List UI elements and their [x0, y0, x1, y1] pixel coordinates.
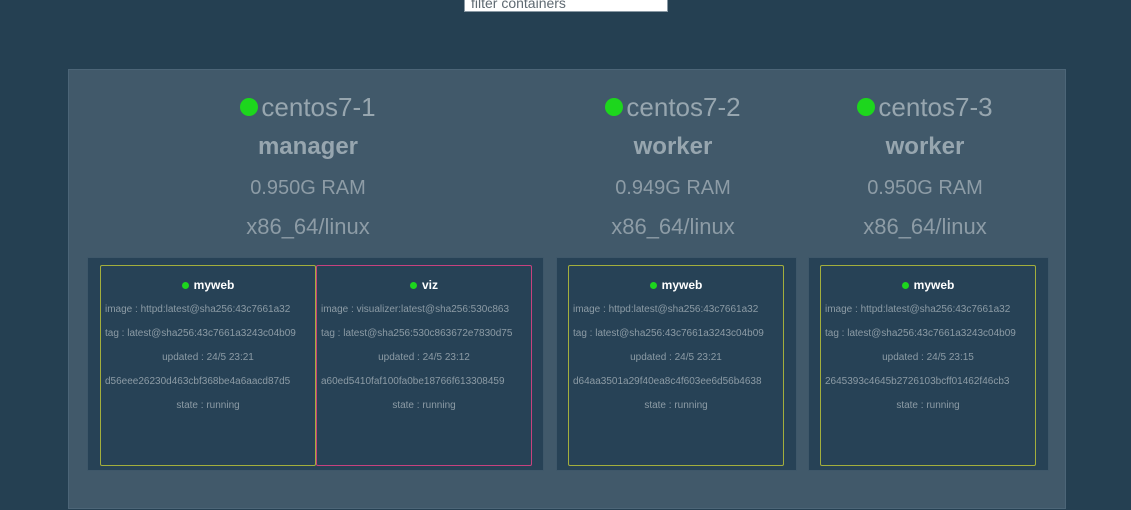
node-os: x86_64/linux: [611, 214, 735, 239]
task-image: image : visualizer:latest@sha256:530c863: [321, 304, 510, 315]
task-image: image : httpd:latest@sha256:43c7661a32: [825, 304, 1011, 315]
node-role: worker: [885, 133, 965, 160]
node-name-label: centos7-1: [261, 92, 376, 122]
node-task-area: myweb image : httpd:latest@sha256:43c766…: [808, 257, 1049, 471]
task-image: image : httpd:latest@sha256:43c7661a32: [573, 304, 759, 315]
task-tag: tag : latest@sha256:530c863672e7830d75: [321, 328, 513, 339]
task-state: state : running: [176, 400, 240, 411]
node-name-label: centos7-3: [878, 92, 993, 122]
task-title: viz: [317, 277, 531, 293]
task-title: myweb: [569, 277, 783, 293]
task-state: state : running: [896, 400, 960, 411]
node-name: centos7-1: [69, 90, 547, 124]
task-state: state : running: [644, 400, 708, 411]
node-centos7-2: centos7-2 worker 0.949G RAM x86_64/linux…: [547, 70, 799, 510]
task-name: viz: [421, 278, 438, 292]
node-os: x86_64/linux: [246, 214, 370, 239]
task-updated: updated : 24/5 23:21: [162, 352, 254, 363]
node-os: x86_64/linux: [863, 214, 987, 239]
node-centos7-3: centos7-3 worker 0.950G RAM x86_64/linux…: [799, 70, 1051, 510]
task-name: myweb: [661, 278, 703, 292]
task-tag: tag : latest@sha256:43c7661a3243c04b09: [825, 328, 1016, 339]
task-status-dot-icon: [181, 281, 189, 289]
task-id: 2645393c4645b2726103bcff01462f46cb3: [825, 376, 1010, 387]
task-id: a60ed5410faf100fa0be18766f613308459: [321, 376, 505, 387]
task-card-myweb[interactable]: myweb image : httpd:latest@sha256:43c766…: [100, 265, 316, 466]
node-status-dot-icon: [605, 98, 624, 116]
task-card-myweb[interactable]: myweb image : httpd:latest@sha256:43c766…: [820, 265, 1036, 466]
node-task-area: myweb image : httpd:latest@sha256:43c766…: [556, 257, 797, 471]
task-updated: updated : 24/5 23:15: [882, 352, 974, 363]
node-role: worker: [633, 133, 713, 160]
task-card-viz[interactable]: viz image : visualizer:latest@sha256:530…: [316, 265, 532, 466]
node-ram: 0.950G RAM: [250, 177, 366, 199]
task-status-dot-icon: [649, 281, 657, 289]
node-name: centos7-3: [799, 90, 1051, 124]
node-status-dot-icon: [240, 98, 259, 116]
filter-containers-wrapper: [464, 0, 668, 12]
task-state: state : running: [392, 400, 456, 411]
cluster-panel: centos7-1 manager 0.950G RAM x86_64/linu…: [68, 69, 1066, 509]
task-id: d64aa3501a29f40ea8c4f603ee6d56b4638: [573, 376, 762, 387]
node-status-dot-icon: [857, 98, 876, 116]
filter-containers-input[interactable]: [464, 0, 668, 12]
task-name: myweb: [913, 278, 955, 292]
task-tag: tag : latest@sha256:43c7661a3243c04b09: [573, 328, 764, 339]
node-ram: 0.950G RAM: [867, 177, 983, 199]
task-title: myweb: [101, 277, 315, 293]
task-id: d56eee26230d463cbf368be4a6aacd87d5: [105, 376, 291, 387]
task-updated: updated : 24/5 23:21: [630, 352, 722, 363]
node-name-label: centos7-2: [626, 92, 741, 122]
node-ram: 0.949G RAM: [615, 177, 731, 199]
task-status-dot-icon: [901, 281, 909, 289]
task-tag: tag : latest@sha256:43c7661a3243c04b09: [105, 328, 296, 339]
node-task-area: myweb image : httpd:latest@sha256:43c766…: [87, 257, 544, 471]
task-status-dot-icon: [409, 281, 417, 289]
node-centos7-1: centos7-1 manager 0.950G RAM x86_64/linu…: [69, 70, 547, 510]
task-updated: updated : 24/5 23:12: [378, 352, 470, 363]
node-name: centos7-2: [547, 90, 799, 124]
node-role: manager: [257, 133, 359, 160]
task-name: myweb: [193, 278, 235, 292]
task-card-myweb[interactable]: myweb image : httpd:latest@sha256:43c766…: [568, 265, 784, 466]
task-image: image : httpd:latest@sha256:43c7661a32: [105, 304, 291, 315]
task-title: myweb: [821, 277, 1035, 293]
